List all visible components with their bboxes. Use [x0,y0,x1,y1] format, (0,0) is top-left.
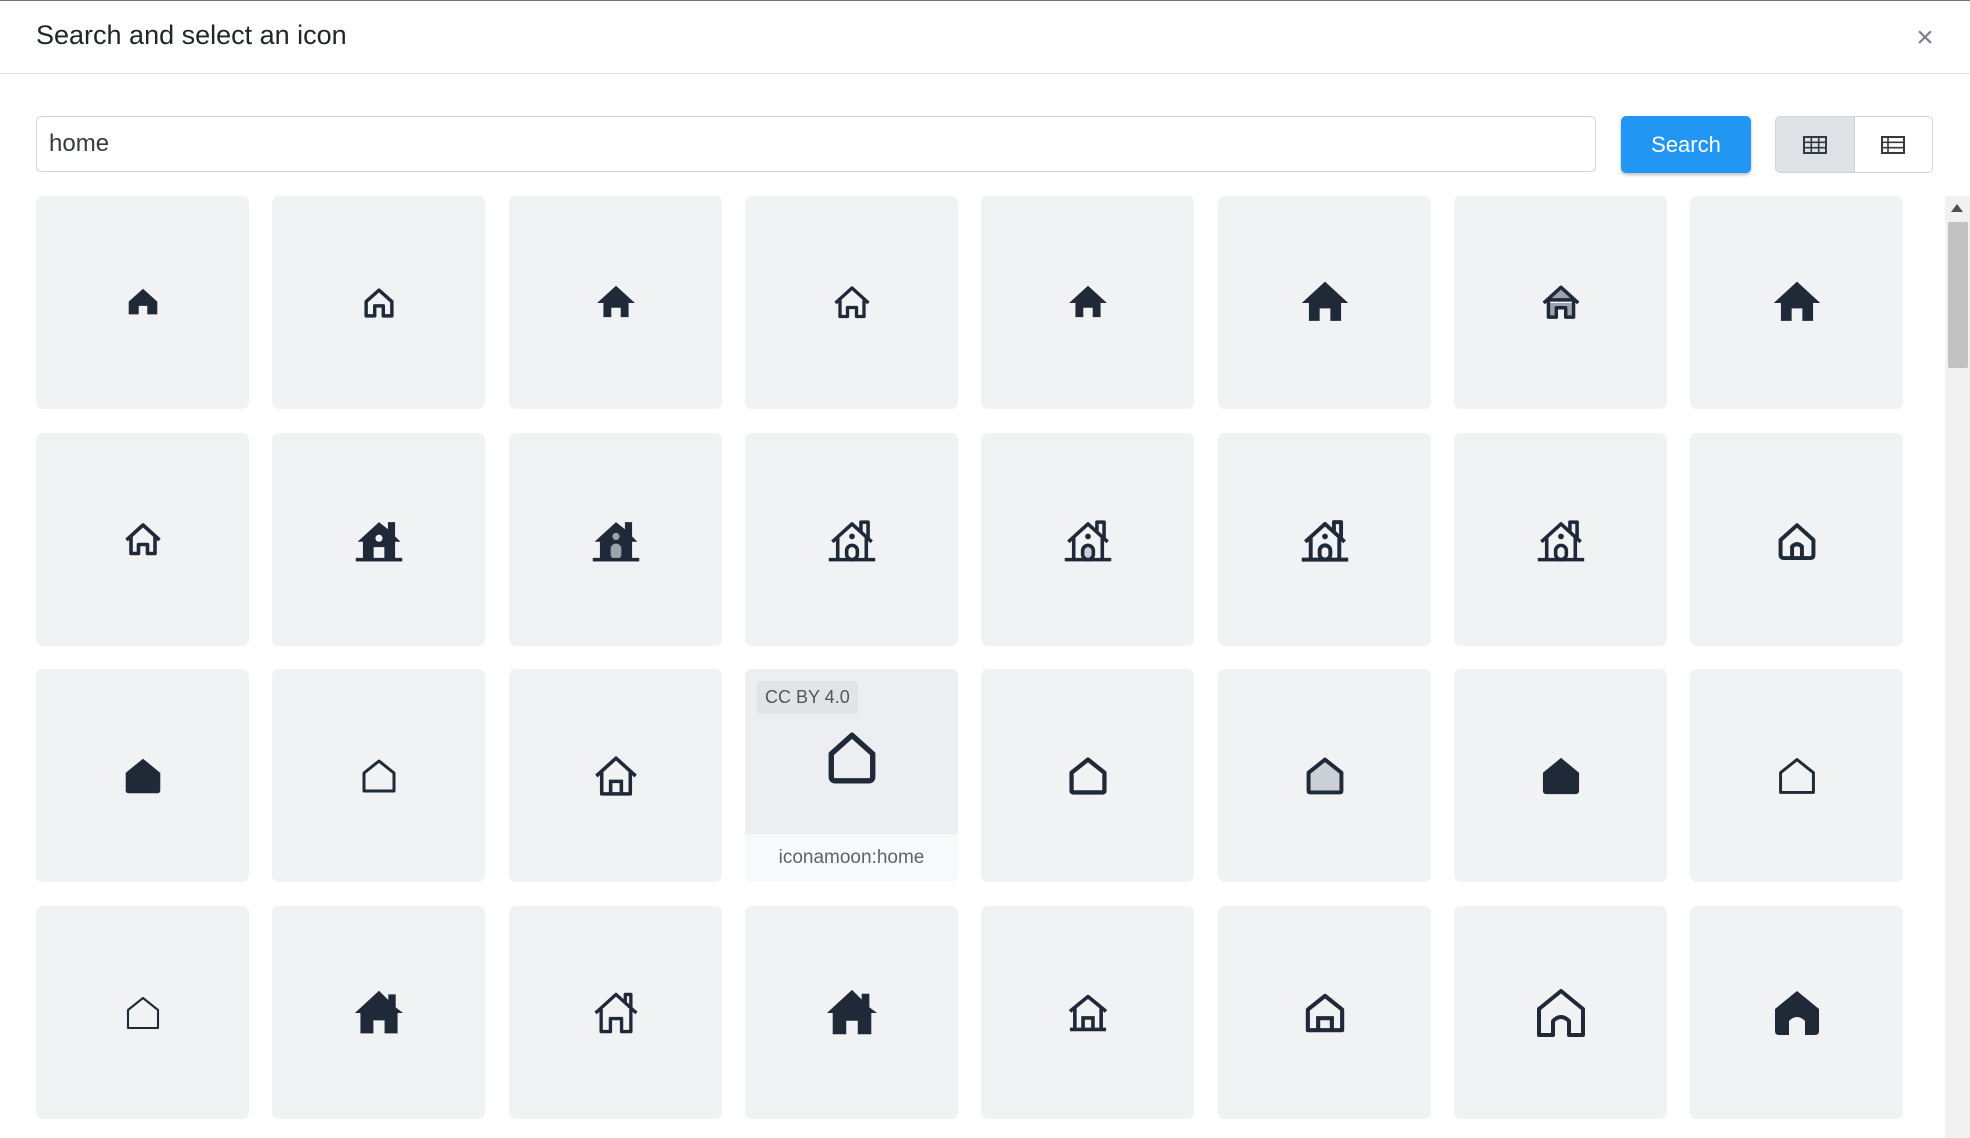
icon-tile[interactable] [745,433,958,646]
close-button[interactable]: × [1908,21,1942,55]
icon-tile[interactable] [36,669,249,882]
icon-tile[interactable] [1454,906,1667,1119]
grid-view-button[interactable] [1776,117,1855,172]
icon-tile[interactable] [745,906,958,1119]
icon-tile[interactable] [1218,906,1431,1119]
home-outline-icon [1068,994,1107,1031]
home-outline-icon [363,287,394,318]
home-icon [1773,281,1820,321]
icon-tile[interactable] [509,196,722,409]
icon-tile[interactable] [509,906,722,1119]
icon-tile[interactable] [1454,433,1667,646]
icon-tile[interactable] [1690,433,1903,646]
icon-tile[interactable] [509,669,722,882]
home-outline-icon [833,285,870,318]
icon-tile[interactable] [509,433,722,646]
icon-tile[interactable]: CC BY 4.0 iconamoon:home [745,669,958,882]
dialog-header: Search and select an icon × [0,1,1970,74]
icon-tile[interactable] [981,196,1194,409]
home-solid-icon [125,758,160,793]
dialog-title: Search and select an icon [36,20,347,50]
home-outline-icon [1536,988,1585,1037]
license-badge: CC BY 4.0 [757,681,858,714]
home-icon [1301,281,1348,321]
home-outline-icon [828,732,875,784]
home-duotone-icon [1306,757,1343,794]
home-round-outline-icon [1778,522,1815,560]
home-outline-icon [1778,757,1815,794]
icon-tile[interactable] [1218,196,1431,409]
icon-tile[interactable] [272,196,485,409]
icon-tile[interactable] [1218,433,1431,646]
close-icon: × [1916,21,1934,54]
home-icon [128,288,157,314]
home-icon [354,990,403,1033]
scroll-up-arrow[interactable] [1951,204,1963,212]
list-view-button[interactable] [1854,117,1932,172]
icon-tile[interactable] [1690,196,1903,409]
house-chimney-outline-icon [1064,519,1111,561]
home-door-outline-icon [594,755,637,796]
scrollbar[interactable] [1945,196,1970,1138]
icon-tile[interactable] [36,906,249,1119]
scroll-thumb[interactable] [1948,222,1968,368]
home-solid-icon [1542,757,1579,794]
home-duotone-icon [1542,285,1579,319]
icon-tile[interactable] [1454,196,1667,409]
home-icon [1068,285,1107,317]
home-outline-icon [593,992,638,1033]
house-chimney-outline-icon [1537,519,1584,561]
house-chimney-icon [592,521,639,561]
icon-tile[interactable] [272,669,485,882]
home-icon [826,989,877,1034]
home-icon [596,285,635,317]
icon-tile[interactable] [981,669,1194,882]
grid-view-icon [1802,135,1827,154]
icon-tile[interactable] [1690,669,1903,882]
icon-grid: CC BY 4.0 iconamoon:home [0,196,1945,1138]
icon-tile[interactable] [1218,669,1431,882]
icon-tile[interactable] [36,433,249,646]
home-outline-icon [1068,756,1107,795]
home-outline-icon [362,759,395,792]
icon-id-label: iconamoon:home [745,834,958,882]
house-chimney-icon [355,521,402,561]
view-toggle [1775,116,1933,173]
home-outline-icon [1305,993,1344,1032]
icon-tile[interactable] [745,196,958,409]
home-outline-icon [124,522,161,555]
list-view-icon [1881,135,1906,154]
search-button[interactable]: Search [1621,116,1751,173]
home-thin-outline-icon [126,996,159,1029]
home-icon [1774,990,1819,1035]
icon-tile[interactable] [981,906,1194,1119]
house-chimney-outline-icon [828,519,875,561]
house-chimney-outline-icon [1301,519,1348,562]
icon-tile[interactable] [36,196,249,409]
icon-tile[interactable] [1690,906,1903,1119]
icon-tile[interactable] [981,433,1194,646]
icon-tile[interactable] [272,906,485,1119]
icon-tile[interactable] [1454,669,1667,882]
search-input[interactable] [36,116,1596,172]
icon-tile[interactable] [272,433,485,646]
